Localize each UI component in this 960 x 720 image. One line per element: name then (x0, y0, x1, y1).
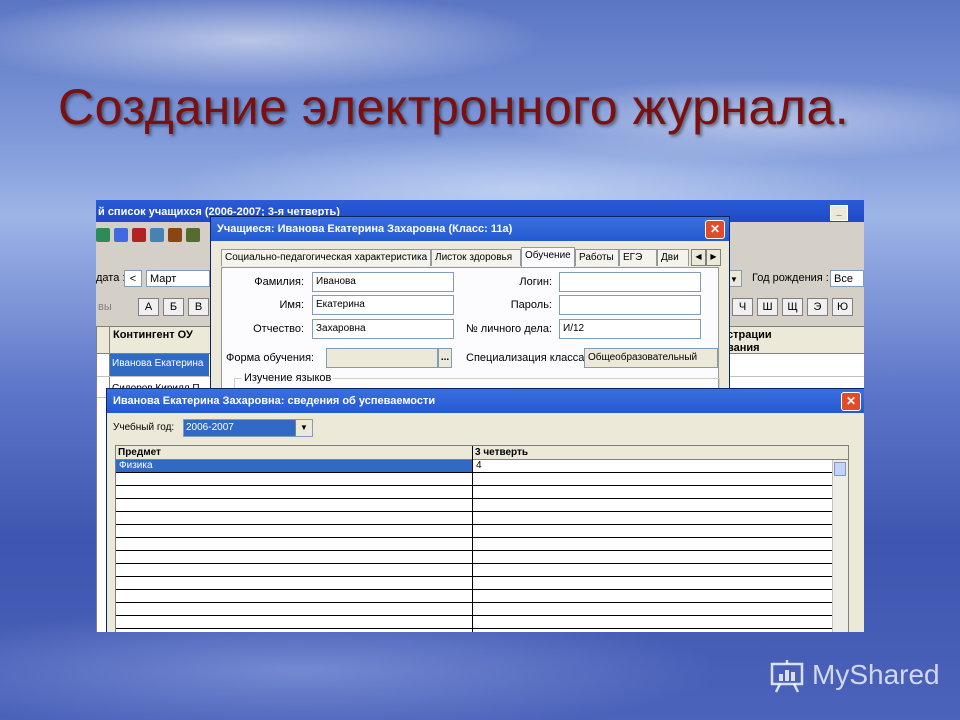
tab-scroll: ◀ ▶ (691, 249, 721, 266)
letter-button-shch[interactable]: Щ (782, 298, 803, 316)
surname-input[interactable]: Иванова (312, 272, 454, 292)
surname-label: Фамилия: (254, 276, 304, 288)
name-input[interactable]: Екатерина (312, 295, 454, 315)
birth-year-input[interactable]: Все (830, 270, 864, 287)
list-label: вы (98, 301, 112, 313)
name-label: Имя: (279, 299, 304, 311)
school-year-select[interactable]: 2006-2007 ▼ (183, 419, 313, 437)
table-row[interactable] (116, 486, 838, 499)
letter-button-e[interactable]: Э (807, 298, 828, 316)
contingent-header: Контингент ОУ (113, 329, 193, 341)
letter-button-v[interactable]: В (188, 298, 209, 316)
patronymic-input[interactable]: Захаровна (312, 319, 454, 339)
close-icon[interactable]: ✕ (705, 220, 725, 239)
password-label: Пароль: (510, 299, 552, 311)
watermark-text: MyShared (812, 659, 940, 690)
subject-header: Предмет (116, 446, 473, 460)
performance-dialog: Иванова Екатерина Захаровна: сведения об… (106, 388, 864, 632)
tab-health[interactable]: Листок здоровья (431, 249, 521, 266)
table-row[interactable] (116, 551, 838, 564)
table-row[interactable] (116, 616, 838, 629)
table-row[interactable] (116, 525, 838, 538)
table-row[interactable] (116, 590, 838, 603)
student-name[interactable]: Иванова Екатерина (112, 358, 203, 369)
student-dialog-title: Учащиеся: Иванова Екатерина Захаровна (К… (217, 223, 513, 235)
delete-icon[interactable] (132, 228, 146, 242)
chevron-down-icon[interactable]: ▼ (295, 420, 312, 436)
scroll-thumb[interactable] (834, 462, 846, 476)
table-row[interactable] (116, 577, 838, 590)
close-icon[interactable]: ✕ (841, 392, 861, 411)
table-row[interactable] (116, 473, 838, 486)
registration-header: страции (727, 329, 772, 341)
chevron-right-icon[interactable]: ▶ (706, 249, 721, 266)
subject-cell[interactable]: Физика (116, 460, 472, 472)
quarter-header: 3 четверть (473, 446, 848, 460)
file-number-input[interactable]: И/12 (559, 319, 701, 339)
performance-grid: Предмет 3 четверть Физика 4 (115, 445, 849, 632)
letter-button-a[interactable]: А (138, 298, 159, 316)
table-row[interactable] (116, 499, 838, 512)
birth-year-label: Год рождения : (752, 272, 829, 284)
file-number-label: № личного дела: (465, 323, 552, 335)
student-dialog: Учащиеся: Иванова Екатерина Захаровна (К… (210, 216, 730, 403)
performance-dialog-title: Иванова Екатерина Захаровна: сведения об… (113, 395, 436, 407)
letter-button-b[interactable]: Б (163, 298, 184, 316)
student-tabs: Социально-педагогическая характеристика … (221, 247, 721, 267)
login-label: Логин: (519, 276, 552, 288)
tab-ege[interactable]: ЕГЭ (619, 249, 657, 266)
slide-title: Создание электронного журнала. (58, 79, 850, 135)
main-toolbar (96, 226, 216, 244)
student-dialog-titlebar: Учащиеся: Иванова Екатерина Захаровна (К… (211, 217, 729, 241)
languages-group-label: Изучение языков (242, 372, 334, 384)
education-panel: Фамилия: Иванова Имя: Екатерина Отчество… (221, 267, 720, 402)
table-row[interactable] (116, 629, 838, 632)
study-form-input[interactable] (326, 348, 438, 368)
registration-subheader: вания (727, 342, 760, 354)
table-icon[interactable] (150, 228, 164, 242)
settings-icon[interactable] (186, 228, 200, 242)
patronymic-label: Отчество: (253, 323, 304, 335)
app-screenshot: й список учащихся (2006-2007; 3-я четвер… (96, 200, 864, 632)
school-year-value: 2006-2007 (184, 420, 295, 436)
school-year-label: Учебный год: (113, 422, 175, 433)
vertical-scrollbar[interactable] (832, 460, 848, 632)
tab-works[interactable]: Работы (575, 249, 619, 266)
table-row[interactable] (116, 603, 838, 616)
login-input[interactable] (559, 272, 701, 292)
tab-movement[interactable]: Дви (657, 249, 689, 266)
specialization-input: Общеобразовательный (584, 348, 718, 368)
grid-icon[interactable] (114, 228, 128, 242)
export-icon[interactable] (168, 228, 182, 242)
minimize-button[interactable]: _ (830, 205, 848, 221)
refresh-icon[interactable] (96, 228, 110, 242)
password-input[interactable] (559, 295, 701, 315)
tab-education[interactable]: Обучение (521, 247, 575, 267)
specialization-label: Специализация класса: (466, 352, 588, 364)
performance-dialog-titlebar: Иванова Екатерина Захаровна: сведения об… (107, 389, 864, 413)
letter-button-yu[interactable]: Ю (832, 298, 853, 316)
month-input[interactable]: Март (146, 270, 210, 287)
chevron-left-icon[interactable]: ◀ (691, 249, 706, 266)
table-row[interactable] (116, 538, 838, 551)
presentation-icon (770, 660, 804, 693)
grade-cell[interactable]: 4 (473, 460, 833, 472)
study-form-label: Форма обучения: (226, 352, 315, 364)
prev-month-button[interactable]: < (124, 270, 142, 287)
date-label: дата : (96, 272, 126, 284)
letter-button-ch[interactable]: Ч (732, 298, 753, 316)
table-row[interactable] (116, 564, 838, 577)
browse-button[interactable]: ... (438, 348, 452, 368)
letter-button-sh[interactable]: Ш (757, 298, 778, 316)
table-row[interactable]: Физика 4 (116, 460, 838, 473)
table-row[interactable] (116, 512, 838, 525)
tab-social[interactable]: Социально-педагогическая характеристика (221, 249, 431, 266)
